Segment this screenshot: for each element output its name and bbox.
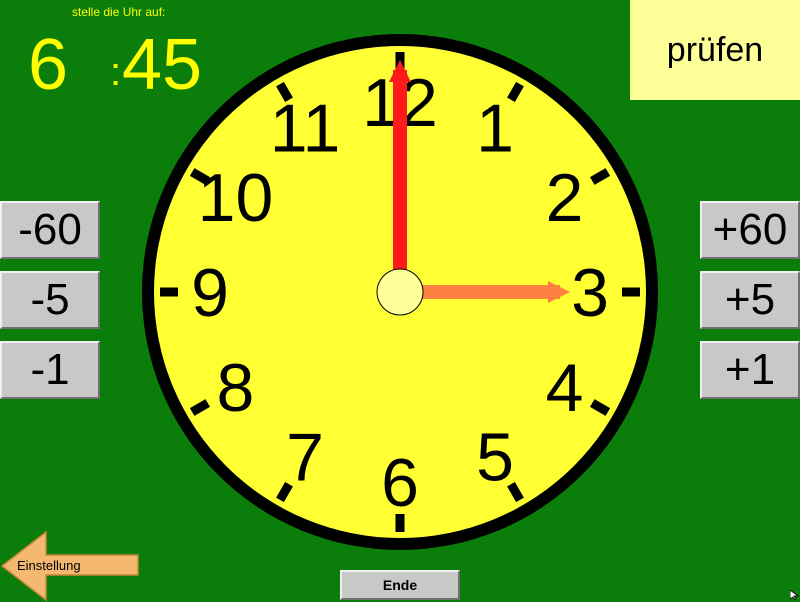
clock-hub[interactable] xyxy=(376,268,424,316)
settings-back-button[interactable]: Einstellung xyxy=(0,530,140,602)
target-separator: : xyxy=(110,50,122,94)
settings-label: Einstellung xyxy=(17,558,81,573)
clock-numeral-3: 3 xyxy=(571,255,609,331)
mouse-cursor-icon xyxy=(790,590,800,600)
minus-60-button[interactable]: -60 xyxy=(0,201,100,259)
minus-1-button[interactable]: -1 xyxy=(0,341,100,399)
end-button[interactable]: Ende xyxy=(340,570,460,600)
target-hour: 6 xyxy=(28,25,69,105)
minus-5-button[interactable]: -5 xyxy=(0,271,100,329)
analog-clock[interactable]: 121234567891011 xyxy=(138,30,662,554)
clock-numeral-4: 4 xyxy=(546,350,584,426)
clock-numeral-2: 2 xyxy=(546,160,584,236)
plus-5-button[interactable]: +5 xyxy=(700,271,800,329)
plus-1-button[interactable]: +1 xyxy=(700,341,800,399)
clock-numeral-7: 7 xyxy=(286,420,324,496)
clock-numeral-8: 8 xyxy=(217,350,255,426)
clock-numeral-9: 9 xyxy=(191,255,229,331)
instruction-text: stelle die Uhr auf: xyxy=(72,5,166,19)
plus-60-button[interactable]: +60 xyxy=(700,201,800,259)
clock-numeral-5: 5 xyxy=(476,420,514,496)
clock-numeral-6: 6 xyxy=(381,445,419,521)
clock-numeral-1: 1 xyxy=(476,90,514,166)
clock-numeral-10: 10 xyxy=(198,160,274,236)
clock-numeral-11: 11 xyxy=(270,90,341,166)
